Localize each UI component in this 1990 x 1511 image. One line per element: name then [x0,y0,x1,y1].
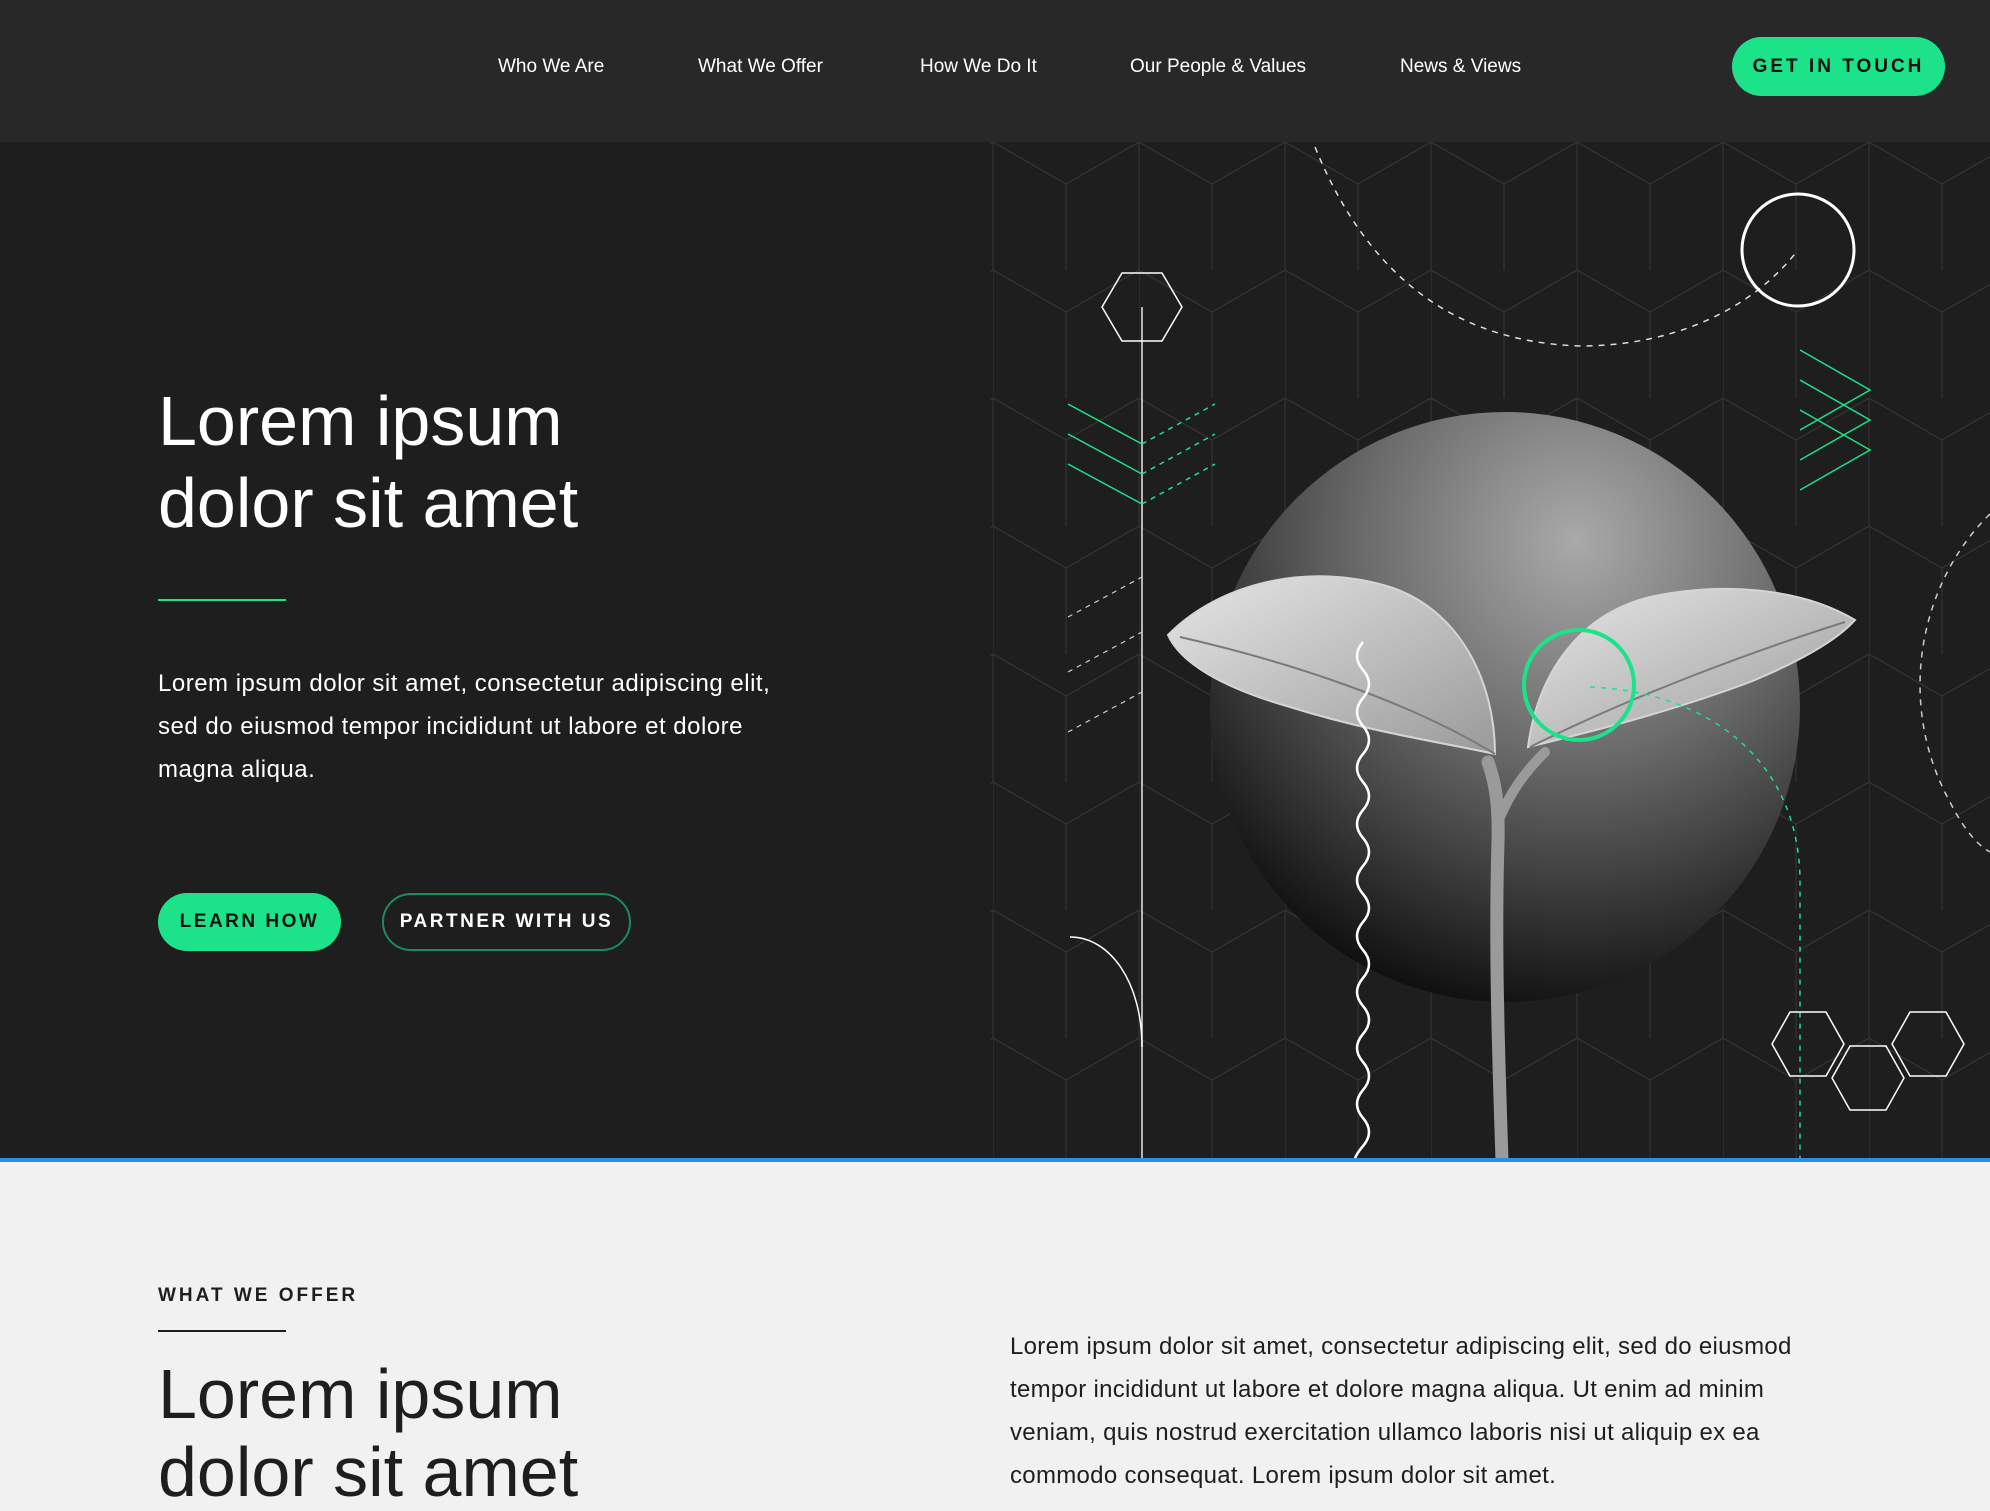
partner-with-us-button[interactable]: PARTNER WITH US [382,893,631,951]
learn-how-button[interactable]: LEARN HOW [158,893,341,951]
section-divider [0,1158,1990,1162]
hero-section: Lorem ipsum dolor sit amet Lorem ipsum d… [0,142,1990,1160]
nav-link-what-we-offer[interactable]: What We Offer [698,54,823,80]
section-eyebrow: WHAT WE OFFER [158,1285,359,1306]
nav-link-news-views[interactable]: News & Views [1400,54,1521,80]
hero-title: Lorem ipsum dolor sit amet [158,382,579,542]
hero-illustration [990,142,1990,1160]
nav-link-who-we-are[interactable]: Who We Are [498,54,604,80]
hero-divider [158,599,286,601]
get-in-touch-button[interactable]: GET IN TOUCH [1732,37,1945,96]
eyebrow-divider [158,1330,286,1332]
nav-link-our-people-values[interactable]: Our People & Values [1130,54,1306,80]
hero-description: Lorem ipsum dolor sit amet, consectetur … [158,670,771,783]
section-description: Lorem ipsum dolor sit amet, consectetur … [1010,1333,1792,1489]
top-navigation: Who We Are What We Offer How We Do It Ou… [0,0,1990,142]
nav-link-how-we-do-it[interactable]: How We Do It [920,54,1037,80]
